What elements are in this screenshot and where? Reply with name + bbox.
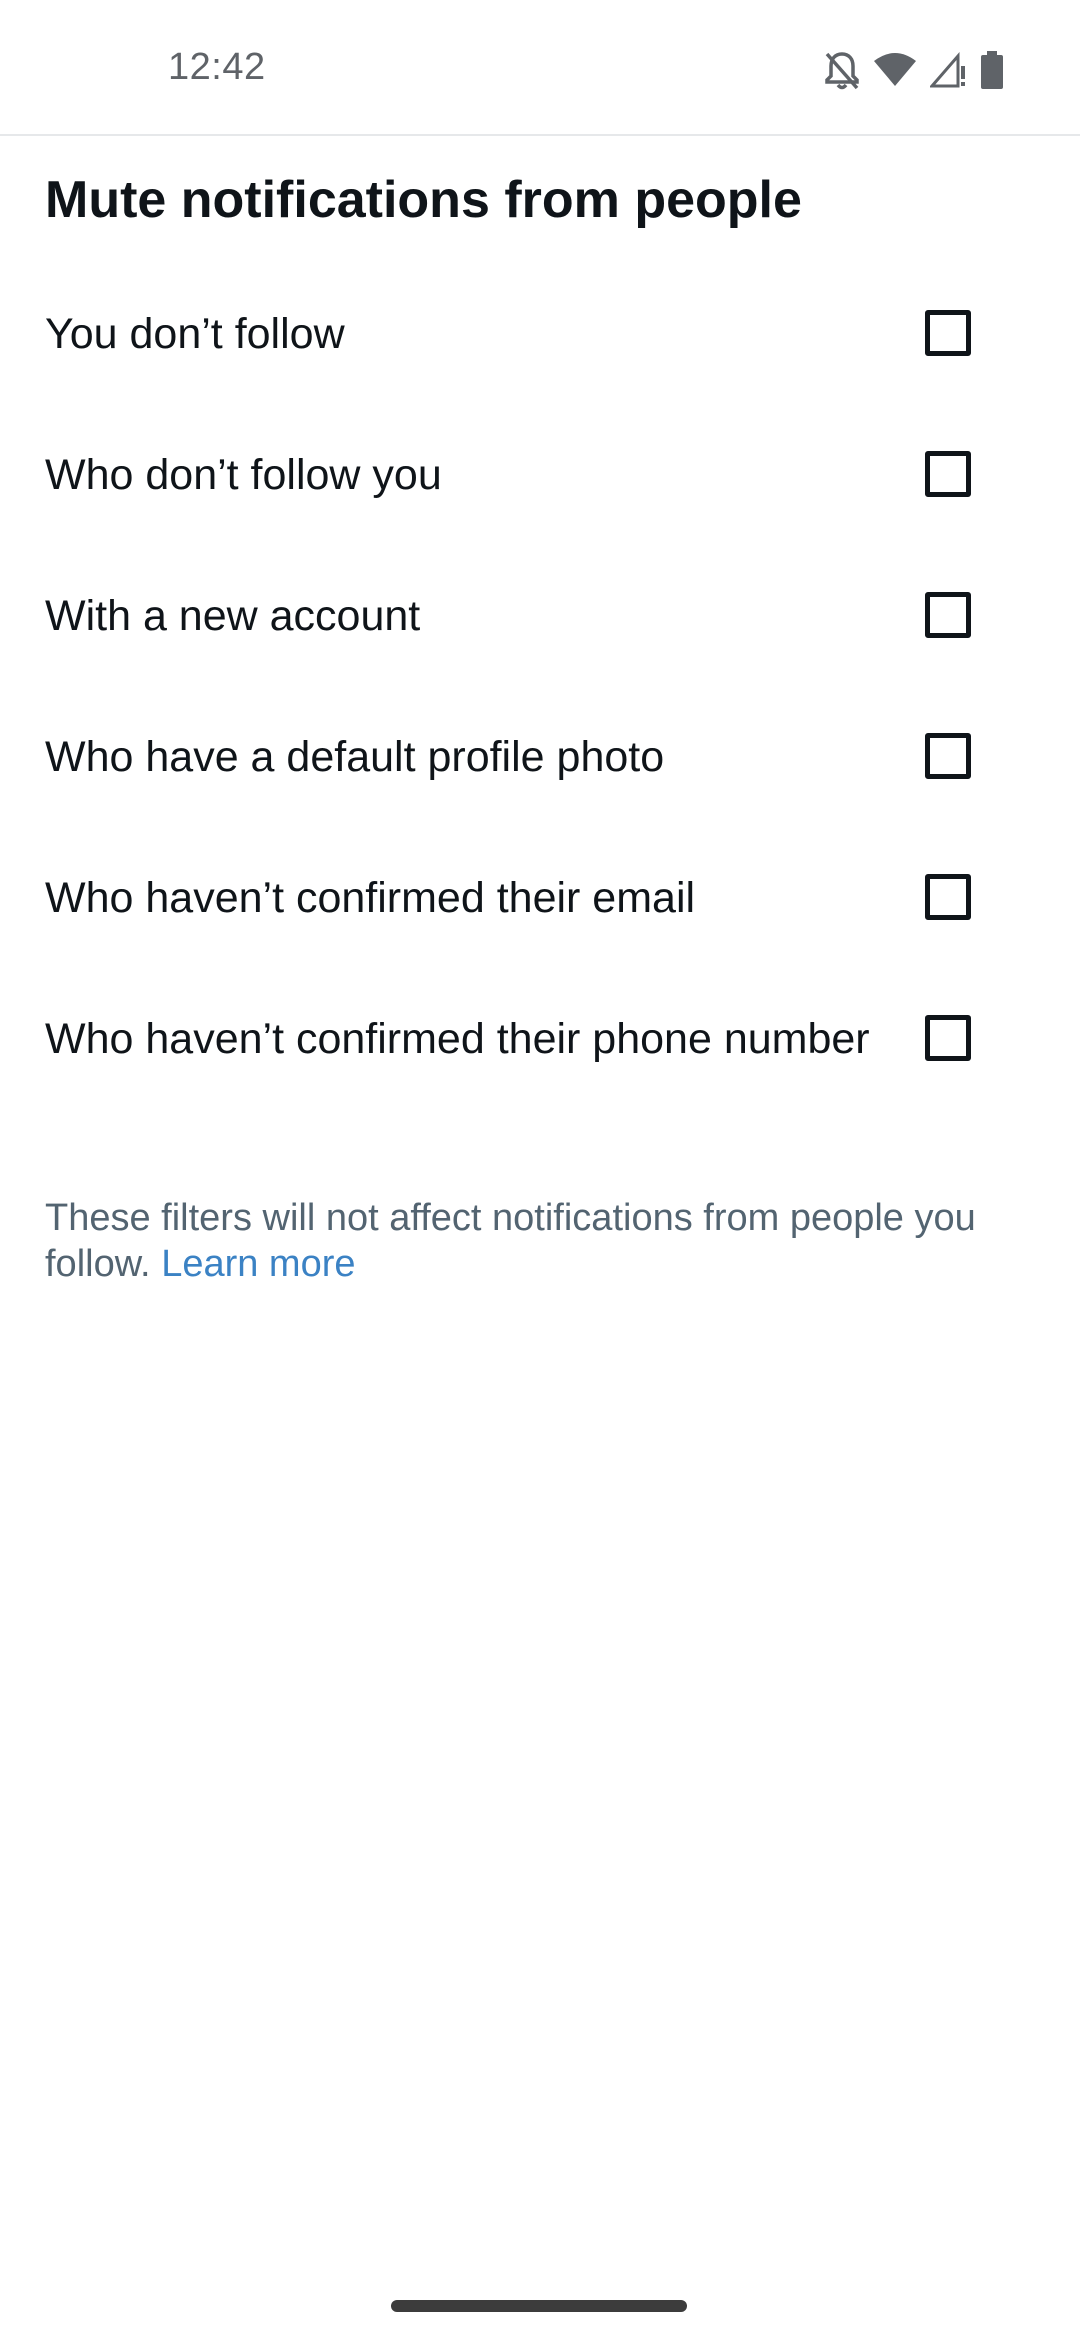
status-time: 12:42 xyxy=(168,46,266,88)
option-label: Who have a default profile photo xyxy=(45,733,665,781)
home-indicator[interactable] xyxy=(391,2300,687,2312)
option-label: Who haven’t confirmed their phone number xyxy=(45,1015,870,1063)
option-row-new-account[interactable]: With a new account xyxy=(0,546,1080,687)
option-label: Who don’t follow you xyxy=(45,451,442,499)
checkbox-default-profile-photo[interactable] xyxy=(925,733,971,779)
checkbox-unconfirmed-phone[interactable] xyxy=(925,1015,971,1061)
option-row-you-dont-follow[interactable]: You don’t follow xyxy=(0,264,1080,405)
status-bar: 12:42 xyxy=(0,0,1080,136)
option-label: Who haven’t confirmed their email xyxy=(45,874,696,922)
option-row-unconfirmed-email[interactable]: Who haven’t confirmed their email xyxy=(0,828,1080,969)
checkbox-who-dont-follow-you[interactable] xyxy=(925,451,971,497)
option-row-unconfirmed-phone[interactable]: Who haven’t confirmed their phone number xyxy=(0,969,1080,1110)
checkbox-new-account[interactable] xyxy=(925,592,971,638)
option-label: With a new account xyxy=(45,592,421,640)
option-label: You don’t follow xyxy=(45,310,345,358)
learn-more-link[interactable]: Learn more xyxy=(161,1243,355,1285)
checkbox-you-dont-follow[interactable] xyxy=(925,310,971,356)
checkbox-unconfirmed-email[interactable] xyxy=(925,874,971,920)
option-row-who-dont-follow-you[interactable]: Who don’t follow you xyxy=(0,405,1080,546)
option-row-default-profile-photo[interactable]: Who have a default profile photo xyxy=(0,687,1080,828)
bell-off-icon xyxy=(824,50,860,90)
wifi-icon xyxy=(874,53,916,87)
mute-options-list: You don’t follow Who don’t follow you Wi… xyxy=(0,264,1080,1110)
footer-note: These filters will not affect notificati… xyxy=(45,1195,1035,1287)
battery-icon xyxy=(980,51,1004,89)
cell-signal-icon xyxy=(930,52,966,88)
status-icons xyxy=(824,50,1004,90)
page-title: Mute notifications from people xyxy=(45,171,802,229)
